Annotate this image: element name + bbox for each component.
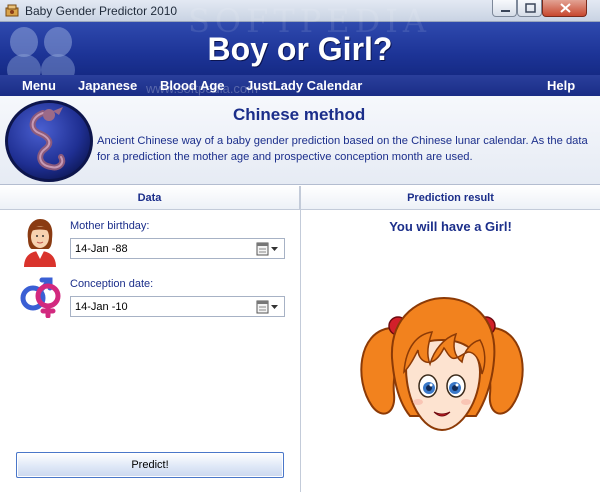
menu-item-blood-age[interactable]: Blood Age — [160, 78, 225, 93]
method-title: Chinese method — [233, 105, 366, 124]
page-title: Boy or Girl? — [207, 31, 393, 67]
conception-date-field[interactable]: 14-Jan -10 — [70, 296, 285, 317]
maximize-icon — [525, 3, 536, 13]
conception-date-value: 14-Jan -10 — [75, 301, 128, 313]
result-panel-header: Prediction result — [301, 186, 600, 210]
mother-birthday-field[interactable]: 14-Jan -88 — [70, 238, 285, 259]
calendar-dropdown-icon[interactable] — [256, 242, 280, 256]
mother-avatar-icon — [24, 219, 56, 267]
minimize-icon — [501, 10, 510, 12]
calendar-dropdown-icon[interactable] — [256, 300, 280, 314]
prediction-result-text: You will have a Girl! — [389, 219, 512, 234]
menu-item-japanese[interactable]: Japanese — [78, 78, 137, 93]
title-bar[interactable]: Baby Gender Predictor 2010 — [0, 0, 600, 22]
dragon-medallion-icon — [5, 100, 93, 182]
minimize-button[interactable] — [492, 0, 517, 17]
window-title: Baby Gender Predictor 2010 — [25, 4, 178, 18]
predict-button[interactable]: Predict! — [16, 452, 284, 478]
app-icon — [5, 4, 19, 17]
menu-item-justlady-calendar[interactable]: JustLady Calendar — [246, 78, 362, 93]
menu-item-menu[interactable]: Menu — [22, 78, 56, 93]
gender-symbols-icon — [20, 277, 61, 318]
maximize-button[interactable] — [517, 0, 542, 17]
mother-birthday-value: 14-Jan -88 — [75, 243, 128, 255]
close-icon — [560, 3, 571, 13]
mother-birthday-label: Mother birthday: — [70, 220, 150, 232]
menu-item-help[interactable]: Help — [547, 78, 575, 93]
method-description: Ancient Chinese way of a baby gender pre… — [97, 135, 588, 163]
close-button[interactable] — [542, 0, 587, 17]
data-panel-header: Data — [0, 186, 300, 210]
conception-date-label: Conception date: — [70, 278, 154, 290]
girl-face-image — [360, 296, 524, 432]
